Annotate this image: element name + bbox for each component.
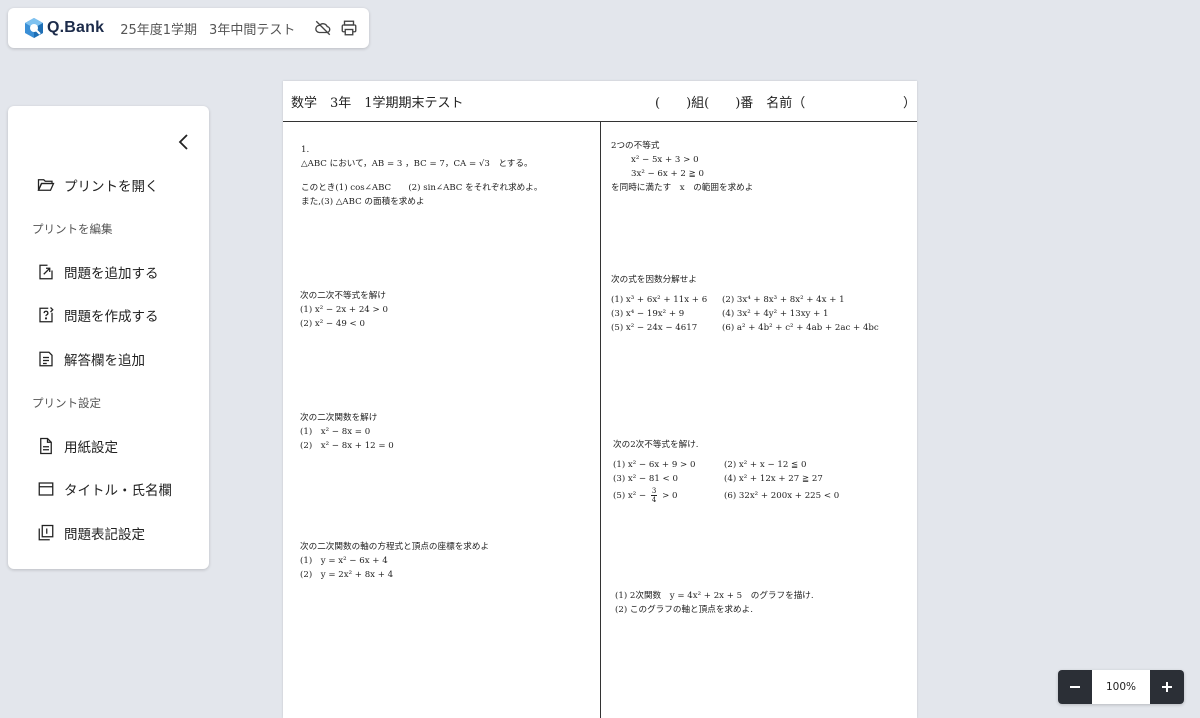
question-item-with-fraction: (5) x² − 34 > 0 (613, 486, 724, 506)
question-block-7[interactable]: 次の2次不等式を解け. (1) x² − 6x + 9 > 0 (2) x² +… (613, 438, 839, 506)
name-field-close: ） (903, 96, 917, 111)
question-title: 2つの不等式 (611, 141, 660, 151)
question-item: (1) x² − 2x + 24 > 0 (300, 305, 388, 315)
question-block-2[interactable]: 次の二次不等式を解け (1) x² − 2x + 24 > 0 (2) x² −… (300, 289, 388, 331)
title-bar-icon (36, 479, 56, 499)
document-icon (36, 436, 56, 456)
question-item: (1) x² − 8x = 0 (300, 427, 371, 437)
cloud-off-icon[interactable] (313, 18, 333, 38)
top-bar: Q.Bank 25年度1学期 3年中間テスト (8, 8, 369, 48)
test-name-label: 3年中間テスト (209, 22, 296, 38)
zoom-in-button[interactable] (1150, 670, 1184, 704)
zoom-control: 100% (1058, 670, 1184, 704)
fraction-denominator: 4 (651, 496, 657, 504)
question-block-8[interactable]: (1) 2次関数 y = 4x² + 2x + 5 のグラフを描け. (2) こ… (615, 589, 814, 617)
question-item: (5) x² − 24x − 4617 (611, 323, 698, 333)
question-item: (1) x³ + 6x² + 11x + 6 (611, 295, 708, 305)
question-item: (5) x² − (613, 491, 649, 501)
question-block-1[interactable]: 1. △ABC において，AB = 3 ，BC = 7，CA = √3 とする。… (301, 143, 542, 209)
question-block-4[interactable]: 次の二次関数の軸の方程式と頂点の座標を求めよ (1) y = x² − 6x +… (300, 540, 489, 582)
sidebar-item-label: タイトル・氏名欄 (64, 483, 172, 499)
sidebar-item-label: 解答欄を追加 (64, 353, 145, 369)
question-line: このとき(1) cos∠ABC (2) sin∠ABC をそれぞれ求めよ。 (301, 183, 543, 193)
question-item: (1) y = x² − 6x + 4 (300, 556, 388, 566)
document-title: 25年度1学期 3年中間テスト (120, 19, 307, 38)
section-heading-edit: プリントを編集 (32, 222, 113, 236)
question-number: 1. (301, 145, 310, 155)
fraction: 34 (650, 487, 658, 504)
chevron-left-icon[interactable] (174, 132, 194, 152)
zoom-level: 100% (1092, 670, 1150, 704)
sidebar-item-question-notation[interactable]: 問題表記設定 (36, 519, 145, 547)
create-question-icon (36, 305, 56, 325)
logo[interactable]: Q.Bank (24, 17, 104, 39)
question-item: (2) x² − 8x + 12 = 0 (300, 441, 394, 451)
qbank-logo-icon (25, 18, 43, 38)
paper-title: 数学 3年 1学期期末テスト (291, 96, 464, 111)
minus-icon (1070, 686, 1080, 688)
question-items-grid: (1) x² − 6x + 9 > 0 (2) x² + x − 12 ≦ 0 … (613, 458, 839, 506)
answer-sheet-icon (36, 349, 56, 369)
sidebar-item-create-question[interactable]: 問題を作成する (36, 301, 159, 329)
term-label: 25年度1学期 (120, 22, 198, 38)
question-title: 次の式を因数分解せよ (611, 275, 697, 285)
question-item: (2) x² − 49 < 0 (300, 319, 365, 329)
question-item: (4) 3x² + 4y² + 13xy + 1 (722, 309, 829, 319)
sidebar-item-title-name-field[interactable]: タイトル・氏名欄 (36, 475, 172, 503)
question-item: (3) x² − 81 < 0 (613, 474, 678, 484)
sidebar-item-label: 問題を作成する (64, 309, 159, 325)
column-divider (600, 121, 601, 718)
logo-text: Q.Bank (47, 19, 105, 36)
question-item: (2) 3x⁴ + 8x³ + 8x² + 4x + 1 (722, 295, 845, 305)
question-line: △ABC において，AB = 3 ，BC = 7，CA = √3 とする。 (301, 159, 533, 169)
sidebar: プリントを開く プリントを編集 問題を追加する 問題を作成する 解答欄を追加 プ… (8, 106, 209, 569)
plus-icon (1162, 682, 1172, 692)
sidebar-item-add-question[interactable]: 問題を追加する (36, 258, 159, 286)
question-title: 次の二次関数の軸の方程式と頂点の座標を求めよ (300, 542, 490, 552)
sidebar-item-label: 問題表記設定 (64, 527, 145, 543)
question-item: (2) y = 2x² + 8x + 4 (300, 570, 394, 580)
numbered-list-icon (36, 523, 56, 543)
fraction-tail: > 0 (659, 491, 678, 501)
question-title: 次の二次関数を解け (300, 413, 378, 423)
sidebar-item-paper-settings[interactable]: 用紙設定 (36, 432, 118, 460)
sidebar-item-add-answer-field[interactable]: 解答欄を追加 (36, 345, 145, 373)
add-question-icon (36, 262, 56, 282)
folder-open-icon (36, 175, 56, 195)
question-items-grid: (1) x³ + 6x² + 11x + 6 (2) 3x⁴ + 8x³ + 8… (611, 293, 879, 335)
question-block-6[interactable]: 次の式を因数分解せよ (1) x³ + 6x² + 11x + 6 (2) 3x… (611, 273, 879, 335)
zoom-out-button[interactable] (1058, 670, 1092, 704)
question-item: (4) x² + 12x + 27 ≧ 27 (724, 474, 823, 484)
question-item: (1) x² − 6x + 9 > 0 (613, 460, 696, 470)
question-item: (6) a² + 4b² + c² + 4ab + 2ac + 4bc (722, 323, 879, 333)
sidebar-item-label: 問題を追加する (64, 266, 159, 282)
question-item: (2) このグラフの軸と頂点を求めよ. (615, 605, 753, 615)
sidebar-item-label: 用紙設定 (64, 440, 118, 456)
sidebar-item-label: プリントを開く (64, 179, 159, 195)
question-item: (6) 32x² + 200x + 225 < 0 (724, 491, 840, 501)
question-item: (2) x² + x − 12 ≦ 0 (724, 460, 807, 470)
sidebar-item-open-print[interactable]: プリントを開く (36, 171, 159, 199)
question-line: を同時に満たす x の範囲を求めよ (611, 183, 754, 193)
question-block-3[interactable]: 次の二次関数を解け (1) x² − 8x = 0 (2) x² − 8x + … (300, 411, 394, 453)
question-item: (1) 2次関数 y = 4x² + 2x + 5 のグラフを描け. (615, 591, 814, 601)
question-item: (3) x⁴ − 19x² + 9 (611, 309, 685, 319)
print-preview-paper: 数学 3年 1学期期末テスト ( )組( )番 名前（ ） 1. △ABC にお… (283, 81, 917, 718)
question-item: x² − 5x + 3 > 0 (631, 155, 699, 165)
question-line: また,(3) △ABC の面積を求めよ (301, 197, 425, 207)
question-title: 次の二次不等式を解け (300, 291, 386, 301)
fraction-numerator: 3 (650, 487, 658, 496)
paper-header[interactable]: 数学 3年 1学期期末テスト ( )組( )番 名前（ ） (283, 81, 917, 122)
name-field: ( )組( )番 名前（ (655, 96, 806, 111)
printer-icon[interactable] (339, 18, 359, 38)
section-heading-settings: プリント設定 (32, 396, 101, 410)
question-item: 3x² − 6x + 2 ≧ 0 (631, 169, 705, 179)
question-block-5[interactable]: 2つの不等式 x² − 5x + 3 > 0 3x² − 6x + 2 ≧ 0 … (611, 139, 753, 195)
question-title: 次の2次不等式を解け. (613, 440, 699, 450)
